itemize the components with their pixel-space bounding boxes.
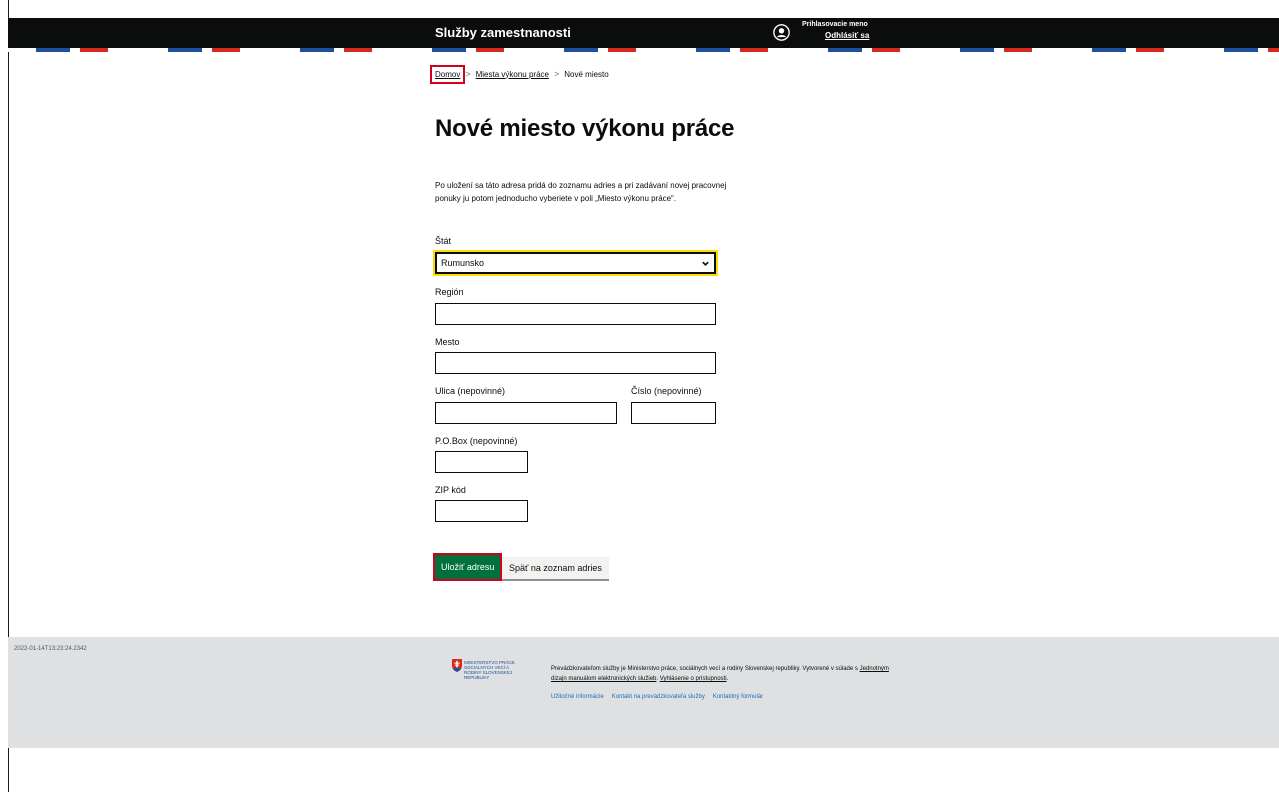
header-bar — [8, 18, 1279, 48]
breadcrumb-separator: > — [553, 69, 560, 79]
login-name: Prihlasovacie meno — [802, 21, 868, 28]
street-label: Ulica (nepovinné) — [435, 386, 506, 396]
intro-text: Po uložení sa táto adresa pridá do zozna… — [435, 181, 727, 203]
breadcrumb-home-link[interactable]: Domov — [429, 64, 466, 84]
footer — [8, 637, 1279, 748]
number-input[interactable] — [631, 402, 716, 424]
user-avatar-icon — [773, 24, 790, 41]
breadcrumb-current: Nové miesto — [564, 69, 609, 79]
footer-link-contact-operator[interactable]: Kontakt na prevádzkovateľa služby — [612, 694, 705, 700]
country-select-value: Rumunsko — [441, 258, 485, 268]
back-to-list-button[interactable]: Späť na zoznam adries — [502, 557, 609, 579]
pobox-label: P.O.Box (nepovinné) — [435, 436, 518, 446]
footer-operator-sentence: Prevádzkovateľom služby je Ministerstvo … — [551, 666, 858, 672]
footer-link-contact-form[interactable]: Kontaktný formulár — [713, 694, 763, 700]
build-timestamp: 2022-01-14T13:23:24.2342 — [14, 646, 87, 652]
ministry-logo-text: MINISTERSTVO PRÁCE, SOCIÁLNYCH VECÍ A RO… — [464, 660, 516, 680]
country-label: Štát — [435, 236, 452, 246]
breadcrumb: Domov > Miesta výkonu práce > Nové miest… — [429, 64, 609, 84]
footer-link-useful-info[interactable]: Užitočné informácie — [551, 694, 604, 700]
number-label: Číslo (nepovinné) — [631, 386, 702, 396]
zip-input[interactable] — [435, 500, 528, 522]
footer-operator-text: Prevádzkovateľom služby je Ministerstvo … — [551, 666, 889, 682]
chevron-down-icon — [702, 261, 709, 266]
region-label: Región — [435, 287, 464, 297]
save-address-button[interactable]: Uložiť adresu — [432, 553, 503, 581]
footer-links: Užitočné informácie Kontakt na prevádzko… — [551, 694, 763, 700]
region-input[interactable] — [435, 303, 716, 325]
city-input[interactable] — [435, 352, 716, 374]
slovak-coat-of-arms-icon — [452, 659, 462, 672]
street-input[interactable] — [435, 402, 617, 424]
pobox-input[interactable] — [435, 451, 528, 473]
service-title[interactable]: Služby zamestnanosti — [435, 24, 571, 42]
city-label: Mesto — [435, 337, 460, 347]
header-stripe — [8, 48, 1279, 52]
page-title: Nové miesto výkonu práce — [435, 115, 735, 142]
country-select[interactable]: Rumunsko — [433, 250, 718, 276]
breadcrumb-places-link[interactable]: Miesta výkonu práce — [476, 70, 549, 79]
breadcrumb-separator: > — [465, 69, 471, 79]
accessibility-statement-link[interactable]: Vyhlásenie o prístupnosti — [660, 676, 727, 682]
zip-label: ZIP kód — [435, 485, 466, 495]
logout-link[interactable]: Odhlásiť sa — [825, 31, 869, 40]
